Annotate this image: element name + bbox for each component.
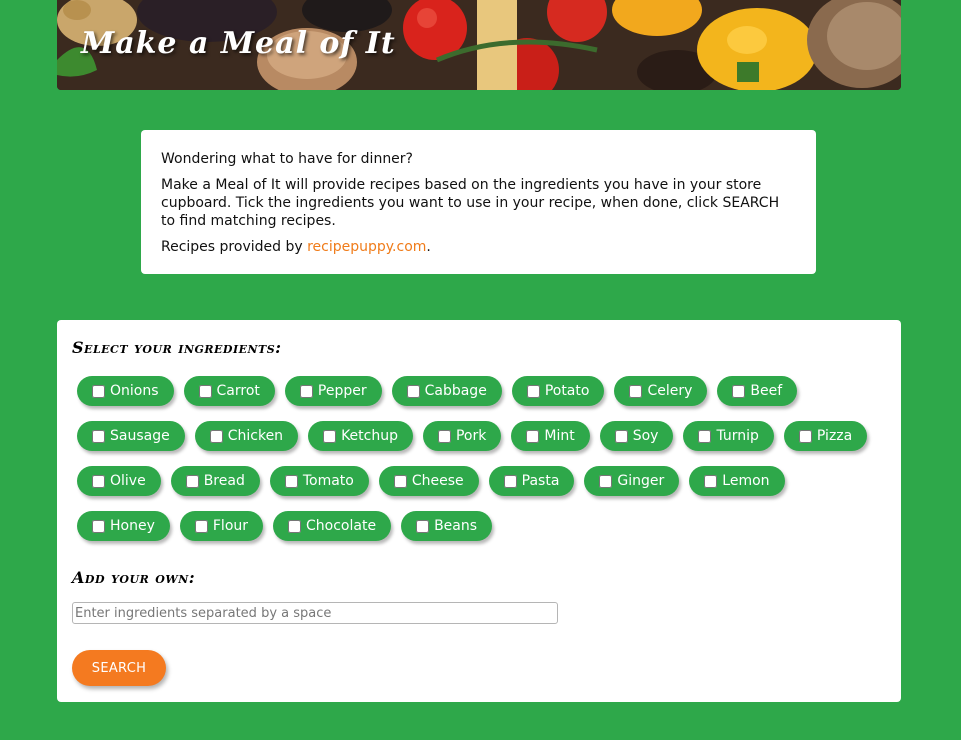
ingredient-chip-ketchup[interactable]: Ketchup [308,421,413,451]
ingredient-checkbox-celery[interactable] [629,384,643,398]
ingredient-chip-pasta[interactable]: Pasta [488,466,575,496]
credit-suffix: . [426,239,431,255]
ingredient-label: Honey [110,518,155,534]
ingredient-chip-pizza[interactable]: Pizza [783,421,868,451]
ingredient-chip-soy[interactable]: Soy [599,421,674,451]
header-banner: Make a Meal of It [57,0,901,90]
ingredient-chip-honey[interactable]: Honey [77,511,170,541]
ingredient-chip-sausage[interactable]: Sausage [77,421,185,451]
ingredient-label: Lemon [722,473,770,489]
ingredient-label: Cabbage [424,383,487,399]
ingredient-chip-onions[interactable]: Onions [77,376,174,406]
ingredient-checkbox-beans[interactable] [416,519,430,533]
ingredient-checkbox-chocolate[interactable] [288,519,302,533]
ingredient-checkbox-pizza[interactable] [798,429,812,443]
ingredient-chip-bread[interactable]: Bread [170,466,260,496]
ingredient-checkbox-olive[interactable] [92,474,105,488]
ingredient-chip-mint[interactable]: Mint [511,421,590,451]
ingredient-chip-pepper[interactable]: Pepper [284,376,382,406]
ingredient-chip-chocolate[interactable]: Chocolate [273,511,392,541]
ingredient-row: Olive Bread Tomato Cheese Pasta Ginger Lemon [77,466,887,496]
ingredient-label: Sausage [110,428,170,444]
ingredient-label: Bread [203,473,245,489]
ingredient-checkbox-lemon[interactable] [704,474,718,488]
ingredient-label: Chicken [227,428,284,444]
ingredient-checkbox-turnip[interactable] [698,429,712,443]
recipepuppy-link[interactable]: recipepuppy.com [307,239,426,255]
ingredient-panel: Select your ingredients: Onions Carrot Pep… [57,320,901,702]
ingredient-chip-cheese[interactable]: Cheese [378,466,479,496]
ingredient-chip-carrot[interactable]: Carrot [183,376,275,406]
ingredient-label: Beans [434,518,478,534]
ingredient-checkbox-ketchup[interactable] [323,429,337,443]
ingredient-label: Carrot [216,383,260,399]
app-title: Make a Meal of It [81,26,396,61]
intro-description: Make a Meal of It will provide recipes b… [161,177,780,229]
ingredient-checkbox-potato[interactable] [526,384,540,398]
ingredient-label: Cheese [411,473,464,489]
ingredient-chip-list: Onions Carrot Pepper Cabbage Potato Celery Bee… [77,376,887,556]
credit-prefix: Recipes provided by [161,239,308,255]
ingredient-checkbox-cheese[interactable] [393,474,407,488]
ingredient-checkbox-cabbage[interactable] [406,384,420,398]
ingredient-label: Ketchup [341,428,398,444]
ingredient-row: Honey Flour Chocolate Beans [77,511,887,541]
ingredient-label: Potato [544,383,590,399]
ingredient-checkbox-beef[interactable] [732,384,746,398]
ingredient-label: Ginger [617,473,665,489]
ingredient-chip-tomato[interactable]: Tomato [269,466,369,496]
ingredient-checkbox-onions[interactable] [92,384,105,398]
ingredient-label: Pork [455,428,487,444]
ingredient-checkbox-ginger[interactable] [599,474,613,488]
custom-ingredients-input[interactable] [72,602,558,624]
ingredient-chip-celery[interactable]: Celery [614,376,708,406]
ingredient-checkbox-soy[interactable] [614,429,628,443]
ingredient-label: Pizza [816,428,853,444]
ingredient-chip-beans[interactable]: Beans [401,511,493,541]
add-your-own-heading: Add your own: [72,568,196,587]
ingredient-label: Soy [632,428,659,444]
ingredient-label: Tomato [302,473,354,489]
ingredient-checkbox-flour[interactable] [194,519,208,533]
ingredient-chip-turnip[interactable]: Turnip [683,421,774,451]
ingredient-checkbox-pork[interactable] [437,429,451,443]
ingredient-label: Beef [750,383,783,399]
ingredient-row: Sausage Chicken Ketchup Pork Mint Soy Turnip Pi… [77,421,887,451]
ingredient-row: Onions Carrot Pepper Cabbage Potato Celery Bee… [77,376,887,406]
ingredient-label: Olive [110,473,146,489]
ingredient-label: Celery [647,383,693,399]
ingredient-checkbox-carrot[interactable] [198,384,212,398]
ingredient-checkbox-honey[interactable] [92,519,105,533]
ingredient-chip-olive[interactable]: Olive [77,466,161,496]
ingredient-label: Onions [110,383,159,399]
ingredient-label: Pasta [521,473,560,489]
intro-card: Wondering what to have for dinner? Make … [141,130,816,274]
ingredient-label: Flour [212,518,249,534]
ingredient-chip-chicken[interactable]: Chicken [194,421,299,451]
ingredient-checkbox-pasta[interactable] [503,474,517,488]
intro-credit: Recipes provided by recipepuppy.com. [161,238,796,256]
ingredient-chip-pork[interactable]: Pork [422,421,502,451]
ingredient-label: Mint [544,428,575,444]
intro-question: Wondering what to have for dinner? [161,151,413,167]
ingredient-label: Pepper [317,383,367,399]
ingredient-chip-cabbage[interactable]: Cabbage [391,376,502,406]
ingredient-chip-beef[interactable]: Beef [717,376,798,406]
ingredient-chip-potato[interactable]: Potato [511,376,605,406]
search-button[interactable]: SEARCH [72,650,166,686]
ingredient-chip-flour[interactable]: Flour [179,511,264,541]
ingredient-checkbox-bread[interactable] [185,474,199,488]
ingredient-label: Chocolate [306,518,377,534]
ingredient-chip-lemon[interactable]: Lemon [689,466,785,496]
ingredient-checkbox-tomato[interactable] [284,474,298,488]
ingredient-checkbox-mint[interactable] [526,429,540,443]
ingredient-label: Turnip [716,428,759,444]
ingredient-chip-ginger[interactable]: Ginger [584,466,680,496]
select-ingredients-heading: Select your ingredients: [72,338,282,357]
ingredient-checkbox-chicken[interactable] [209,429,223,443]
ingredient-checkbox-pepper[interactable] [299,384,313,398]
ingredient-checkbox-sausage[interactable] [92,429,105,443]
